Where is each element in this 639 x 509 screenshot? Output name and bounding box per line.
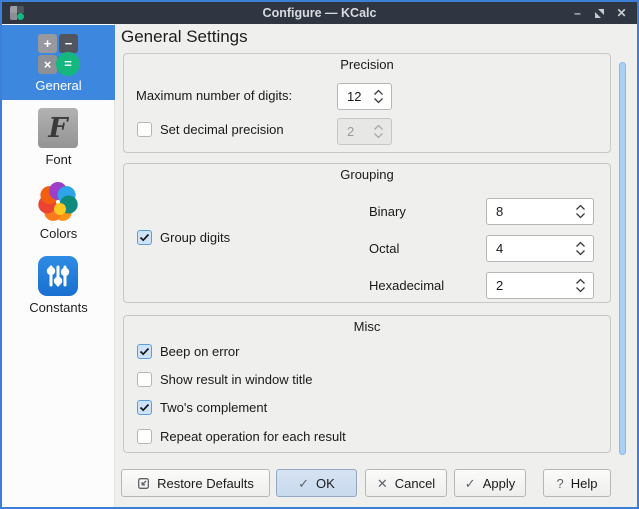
binary-label: Binary (369, 204, 406, 219)
beep-on-error-checkbox[interactable] (137, 344, 152, 359)
ok-button[interactable]: ✓ OK (276, 469, 357, 497)
sliders-icon (38, 256, 78, 296)
spin-up-button[interactable] (373, 89, 384, 96)
sidebar-item-label: General (2, 78, 115, 93)
hexadecimal-spinbox[interactable]: 2 (486, 272, 594, 299)
misc-group: Misc Beep on error Show result in window… (123, 315, 611, 453)
spinbox-value[interactable]: 2 (487, 278, 575, 293)
cross-icon: ✕ (377, 477, 388, 490)
category-sidebar: + − × = General F Font (2, 24, 115, 507)
group-title: Grouping (124, 167, 610, 182)
check-icon: ✓ (465, 477, 476, 490)
minimize-button[interactable]: – (571, 7, 584, 20)
question-icon: ? (557, 477, 564, 490)
configure-dialog-window: Configure — KCalc – ✕ + − × = General F (0, 0, 639, 509)
binary-spinbox[interactable]: 8 (486, 198, 594, 225)
button-label: Apply (483, 476, 516, 491)
octal-label: Octal (369, 241, 399, 256)
spinbox-value[interactable]: 12 (338, 89, 373, 104)
close-button[interactable]: ✕ (615, 7, 628, 20)
group-title: Precision (124, 57, 610, 72)
group-title: Misc (124, 319, 610, 334)
window-title: Configure — KCalc (2, 6, 637, 20)
spin-down-button[interactable] (373, 97, 384, 104)
sidebar-item-general[interactable]: + − × = General (2, 25, 115, 100)
set-decimal-precision-checkbox[interactable] (137, 122, 152, 137)
spin-down-button (373, 132, 384, 139)
grouping-group: Grouping Group digits Binary Octal Hexad… (123, 163, 611, 303)
spin-up-button[interactable] (575, 278, 586, 285)
hexadecimal-label: Hexadecimal (369, 278, 444, 293)
check-icon (139, 403, 150, 412)
max-digits-label: Maximum number of digits: (136, 88, 292, 103)
group-digits-row[interactable]: Group digits (137, 229, 230, 245)
cancel-button[interactable]: ✕ Cancel (365, 469, 447, 497)
set-decimal-precision-row[interactable]: Set decimal precision (137, 121, 284, 137)
check-icon (139, 347, 150, 356)
sidebar-item-label: Font (2, 152, 115, 167)
check-icon: ✓ (298, 477, 309, 490)
vertical-scrollbar-thumb[interactable] (619, 62, 626, 455)
apply-button[interactable]: ✓ Apply (454, 469, 526, 497)
color-wheel-icon (38, 182, 78, 222)
restore-defaults-icon (137, 477, 150, 490)
twos-complement-label[interactable]: Two's complement (160, 400, 267, 415)
button-label: Help (571, 476, 598, 491)
sidebar-item-label: Colors (2, 226, 115, 241)
repeat-operation-label[interactable]: Repeat operation for each result (160, 429, 346, 444)
precision-group: Precision Maximum number of digits: 12 S… (123, 53, 611, 153)
sidebar-item-constants[interactable]: Constants (2, 247, 115, 322)
show-result-title-checkbox[interactable] (137, 372, 152, 387)
spin-down-button[interactable] (575, 212, 586, 219)
spin-up-button[interactable] (575, 204, 586, 211)
calculator-icon: + − × = (38, 34, 78, 74)
button-label: Restore Defaults (157, 476, 254, 491)
show-result-title-label[interactable]: Show result in window title (160, 372, 312, 387)
page-title: General Settings (121, 27, 248, 47)
group-digits-checkbox[interactable] (137, 230, 152, 245)
font-icon: F (38, 108, 78, 148)
set-decimal-precision-label[interactable]: Set decimal precision (160, 122, 284, 137)
spin-down-button[interactable] (575, 249, 586, 256)
settings-panel: General Settings Precision Maximum numbe… (115, 24, 637, 507)
titlebar: Configure — KCalc – ✕ (2, 2, 637, 24)
spinbox-value: 2 (338, 124, 373, 139)
decimal-precision-spinbox: 2 (337, 118, 392, 145)
restore-button[interactable] (593, 7, 606, 20)
show-result-title-row[interactable]: Show result in window title (137, 371, 312, 387)
beep-on-error-label[interactable]: Beep on error (160, 344, 240, 359)
spin-up-button (373, 124, 384, 131)
check-icon (139, 233, 150, 242)
restore-icon (594, 8, 605, 19)
button-label: OK (316, 476, 335, 491)
spin-up-button[interactable] (575, 241, 586, 248)
sidebar-item-label: Constants (2, 300, 115, 315)
twos-complement-checkbox[interactable] (137, 400, 152, 415)
repeat-operation-checkbox[interactable] (137, 429, 152, 444)
spinbox-value[interactable]: 4 (487, 241, 575, 256)
restore-defaults-button[interactable]: Restore Defaults (121, 469, 270, 497)
help-button[interactable]: ? Help (543, 469, 611, 497)
twos-complement-row[interactable]: Two's complement (137, 399, 267, 415)
beep-on-error-row[interactable]: Beep on error (137, 343, 240, 359)
group-digits-label[interactable]: Group digits (160, 230, 230, 245)
button-label: Cancel (395, 476, 435, 491)
repeat-operation-row[interactable]: Repeat operation for each result (137, 428, 346, 444)
spinbox-value[interactable]: 8 (487, 204, 575, 219)
max-digits-spinbox[interactable]: 12 (337, 83, 392, 110)
sidebar-item-font[interactable]: F Font (2, 99, 115, 174)
sidebar-item-colors[interactable]: Colors (2, 173, 115, 248)
spin-down-button[interactable] (575, 286, 586, 293)
octal-spinbox[interactable]: 4 (486, 235, 594, 262)
